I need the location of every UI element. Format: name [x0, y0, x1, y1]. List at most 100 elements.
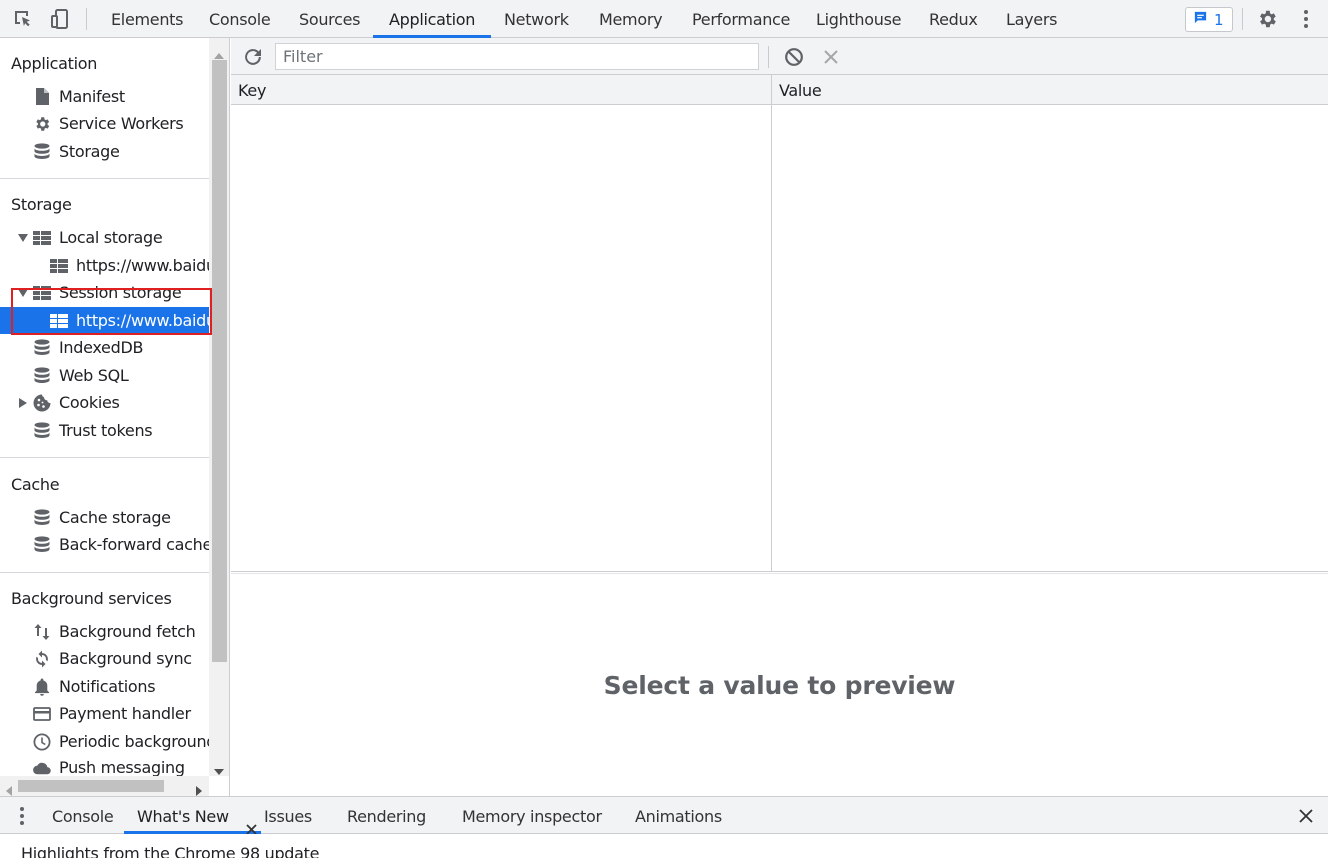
value-preview-pane: Select a value to preview: [231, 574, 1328, 796]
sidebar-item-cache-storage[interactable]: Cache storage: [0, 504, 209, 531]
sidebar-item-label: Cache storage: [59, 508, 171, 527]
filter-toolbar: [231, 38, 1328, 75]
toolbar-separator: [1242, 8, 1243, 30]
section-title-background-services: Background services: [11, 589, 172, 608]
drawer-tabbar: Console What's New Issues Rendering Memo…: [0, 796, 1328, 835]
sync-icon: [33, 650, 51, 668]
drawer-tab-rendering[interactable]: Rendering: [347, 797, 426, 834]
drawer-menu-icon[interactable]: [14, 797, 30, 834]
bell-icon: [33, 678, 51, 696]
whats-new-content: Highlights from the Chrome 98 update: [0, 834, 1328, 858]
tab-memory[interactable]: Memory: [599, 0, 663, 38]
sidebar-item-label: https://www.baidu: [76, 311, 209, 330]
sidebar-item-label: Cookies: [59, 393, 120, 412]
drawer-tab-console[interactable]: Console: [52, 797, 114, 834]
sidebar-item-label: Periodic background: [59, 732, 209, 751]
scroll-left-arrow-icon[interactable]: [6, 781, 12, 796]
toolbar-separator: [86, 8, 87, 30]
sidebar-item-notifications[interactable]: Notifications: [0, 673, 209, 700]
up-down-arrows-icon: [33, 623, 51, 641]
expanded-arrow-icon[interactable]: [17, 232, 29, 244]
sidebar-item-background-sync[interactable]: Background sync: [0, 645, 209, 672]
section-title-storage: Storage: [11, 195, 72, 214]
sidebar-item-background-fetch[interactable]: Background fetch: [0, 618, 209, 645]
sidebar-item-cookies[interactable]: Cookies: [0, 389, 209, 416]
device-toolbar-icon[interactable]: [47, 0, 73, 38]
tab-redux[interactable]: Redux: [929, 0, 978, 38]
clear-all-icon[interactable]: [782, 38, 806, 75]
tab-performance[interactable]: Performance: [692, 0, 790, 38]
scroll-down-arrow-icon[interactable]: [214, 760, 224, 779]
collapsed-arrow-icon[interactable]: [17, 397, 29, 409]
tab-sources[interactable]: Sources: [299, 0, 361, 38]
section-title-cache: Cache: [11, 475, 60, 494]
sidebar-item-label: IndexedDB: [59, 338, 144, 357]
sidebar-item-trust-tokens[interactable]: Trust tokens: [0, 417, 209, 444]
sidebar-item-indexeddb[interactable]: IndexedDB: [0, 334, 209, 361]
settings-gear-icon[interactable]: [1255, 0, 1279, 38]
sidebar-item-payment-handler[interactable]: Payment handler: [0, 700, 209, 727]
inspect-element-icon[interactable]: [10, 0, 36, 38]
whats-new-heading: Highlights from the Chrome 98 update: [21, 844, 320, 858]
drawer-tab-animations[interactable]: Animations: [635, 797, 722, 834]
scroll-right-arrow-icon[interactable]: [196, 781, 202, 796]
issues-button[interactable]: 1: [1185, 7, 1233, 32]
sidebar-item-local-storage[interactable]: Local storage: [0, 224, 209, 251]
sidebar-item-manifest[interactable]: Manifest: [0, 83, 209, 110]
sidebar-item-local-storage-origin[interactable]: https://www.baidu: [0, 252, 209, 279]
toolbar-separator: [768, 46, 769, 68]
sidebar-item-label: Notifications: [59, 677, 156, 696]
credit-card-icon: [33, 705, 51, 723]
column-header-key[interactable]: Key: [231, 75, 771, 105]
close-drawer-icon[interactable]: [1296, 797, 1316, 834]
sidebar-item-back-forward-cache[interactable]: Back-forward cache: [0, 531, 209, 558]
tab-lighthouse[interactable]: Lighthouse: [816, 0, 901, 38]
drawer-tab-whats-new[interactable]: What's New: [124, 797, 261, 835]
tab-network[interactable]: Network: [504, 0, 569, 38]
sidebar-item-label: https://www.baidu: [76, 256, 209, 275]
sidebar-item-label: Manifest: [59, 87, 125, 106]
filter-input[interactable]: [275, 43, 759, 70]
sidebar-item-session-storage[interactable]: Session storage: [0, 279, 209, 306]
table-grid-icon: [50, 312, 68, 330]
sidebar-item-service-workers[interactable]: Service Workers: [0, 110, 209, 137]
sidebar-item-label: Trust tokens: [59, 421, 153, 440]
sidebar-item-periodic-background[interactable]: Periodic background: [0, 728, 209, 755]
table-grid-icon: [33, 284, 51, 302]
sidebar-item-storage[interactable]: Storage: [0, 138, 209, 165]
sidebar-horizontal-scrollbar[interactable]: [0, 776, 209, 796]
drawer-tab-issues[interactable]: Issues: [264, 797, 312, 834]
more-vertical-icon[interactable]: [1297, 0, 1315, 38]
database-icon: [33, 338, 51, 357]
sidebar-item-web-sql[interactable]: Web SQL: [0, 362, 209, 389]
refresh-icon[interactable]: [241, 38, 265, 75]
main-toolbar: Elements Console Sources Application Net…: [0, 0, 1328, 38]
sidebar-item-label: Background fetch: [59, 622, 196, 641]
database-icon: [33, 142, 51, 161]
delete-selected-icon[interactable]: [821, 38, 841, 75]
data-grid-body[interactable]: [231, 105, 1328, 571]
preview-placeholder: Select a value to preview: [603, 670, 956, 700]
tab-application[interactable]: Application: [373, 0, 492, 38]
database-icon: [33, 421, 51, 440]
column-header-value[interactable]: Value: [772, 75, 1328, 105]
document-icon: [33, 88, 51, 106]
scrollbar-thumb[interactable]: [18, 780, 164, 792]
scrollbar-thumb[interactable]: [212, 60, 227, 662]
column-divider[interactable]: [771, 75, 772, 571]
tab-console[interactable]: Console: [209, 0, 271, 38]
database-icon: [33, 366, 51, 385]
tab-layers[interactable]: Layers: [1006, 0, 1057, 38]
data-grid-header: Key Value: [231, 75, 1328, 105]
sidebar-vertical-scrollbar[interactable]: [209, 38, 229, 779]
expanded-arrow-icon[interactable]: [17, 287, 29, 299]
clock-icon: [33, 733, 51, 751]
sidebar-item-session-storage-origin[interactable]: https://www.baidu: [0, 307, 209, 334]
sidebar-item-push-messaging[interactable]: Push messaging: [0, 755, 209, 776]
sidebar-item-label: Storage: [59, 142, 120, 161]
sidebar-item-label: Payment handler: [59, 704, 191, 723]
drawer-tab-memory-inspector[interactable]: Memory inspector: [462, 797, 602, 834]
sidebar-item-label: Session storage: [59, 283, 182, 302]
tab-elements[interactable]: Elements: [111, 0, 183, 38]
cloud-icon: [33, 759, 51, 776]
